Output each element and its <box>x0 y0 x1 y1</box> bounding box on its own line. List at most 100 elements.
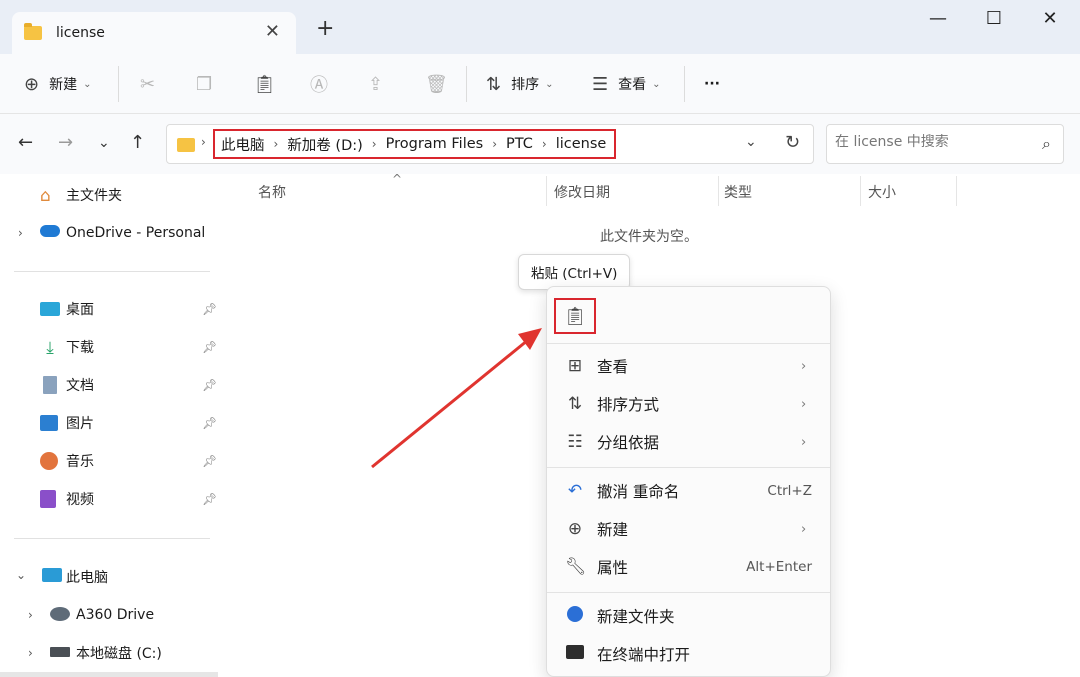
tab-license[interactable]: license ✕ <box>12 12 296 54</box>
menu-item-label: 属性 <box>597 559 629 577</box>
sidebar-item-label: 图片 <box>66 416 94 432</box>
sidebar-item-label: 此电脑 <box>66 570 108 586</box>
column-divider[interactable] <box>546 176 547 206</box>
grid-icon: ⊞ <box>567 356 583 376</box>
address-bar[interactable]: › 此电脑 › 新加卷 (D:) › Program Files › PTC ›… <box>166 124 814 164</box>
menu-item-label: 查看 <box>597 358 629 376</box>
sidebar-item-label: 本地磁盘 (C:) <box>76 646 162 662</box>
delete-button[interactable]: 🗑︎ <box>425 68 448 100</box>
sidebar-scrollbar[interactable] <box>0 672 218 677</box>
search-icon[interactable]: ⌕ <box>1042 134 1051 154</box>
download-icon: ⤓ <box>46 338 54 358</box>
column-header-name[interactable]: 名称 <box>258 182 286 202</box>
toolbar-divider <box>466 66 467 102</box>
refresh-icon[interactable]: ↻ <box>785 132 800 153</box>
sort-ascending-icon: ^ <box>392 172 403 186</box>
recent-locations-button[interactable]: ⌄ <box>98 135 110 151</box>
rename-button[interactable]: Ⓐ <box>310 68 328 100</box>
address-history-dropdown[interactable]: ⌄ <box>745 134 757 150</box>
view-button[interactable]: ☰ 查看 ⌄ <box>592 68 661 100</box>
chevron-right-icon: › <box>28 608 33 622</box>
breadcrumb-item[interactable]: PTC <box>506 136 533 152</box>
sort-icon: ⇅ <box>567 394 583 414</box>
cut-icon: ✂ <box>140 73 156 95</box>
copy-button[interactable]: ❐ <box>196 68 212 100</box>
paste-toolbar-button[interactable]: 📋︎ <box>253 68 276 100</box>
column-header-type[interactable]: 类型 <box>724 182 752 202</box>
sidebar-item-label: 文档 <box>66 378 94 394</box>
cut-button[interactable]: ✂ <box>140 68 155 100</box>
new-button[interactable]: ⊕ 新建 ⌄ <box>24 68 91 100</box>
chevron-right-icon: › <box>801 358 807 374</box>
breadcrumb-item[interactable]: license <box>556 136 607 152</box>
sidebar-item-music[interactable]: 音乐 <box>40 446 94 476</box>
menu-item-label: 排序方式 <box>597 396 660 414</box>
back-button[interactable]: ← <box>18 132 33 153</box>
search-input[interactable] <box>835 134 1025 150</box>
command-bar: ⊕ 新建 ⌄ ✂ ❐ 📋︎ Ⓐ ⇪ 🗑︎ ⇅ 排序 ⌄ ☰ 查看 ⌄ ··· <box>0 54 1080 114</box>
pin-icon[interactable]: 📌︎ <box>202 378 217 392</box>
a360-drive-icon <box>50 607 70 621</box>
sidebar-item-documents[interactable]: 文档 <box>40 370 94 400</box>
menu-item-sort[interactable]: ⇅ 排序方式 › <box>547 387 830 421</box>
drive-icon <box>50 647 70 657</box>
pin-icon[interactable]: 📌︎ <box>202 492 217 506</box>
toolbar-divider <box>684 66 685 102</box>
file-list-area[interactable]: ^ 名称 修改日期 类型 大小 此文件夹为空。 粘贴 (Ctrl+V) 📋︎ ⊞… <box>220 172 1080 677</box>
sidebar-item-label: 主文件夹 <box>66 188 122 204</box>
close-window-button[interactable]: ✕ <box>1038 8 1062 29</box>
desktop-icon <box>40 302 60 316</box>
title-bar: license ✕ + — ☐ ✕ <box>0 0 1080 54</box>
share-button[interactable]: ⇪ <box>368 68 383 100</box>
menu-item-properties[interactable]: 🔧︎ 属性 Alt+Enter <box>547 550 830 584</box>
breadcrumb-item[interactable]: Program Files <box>386 136 484 152</box>
breadcrumb-item[interactable]: 此电脑 <box>221 134 265 155</box>
view-list-icon: ☰ <box>592 73 609 95</box>
minimize-button[interactable]: — <box>926 8 950 29</box>
pin-icon[interactable]: 📌︎ <box>202 416 217 430</box>
up-button[interactable]: ↑ <box>130 132 145 153</box>
chevron-right-icon: › <box>28 646 33 660</box>
sidebar-item-downloads[interactable]: ⤓ 下载 <box>40 332 94 362</box>
menu-item-undo-rename[interactable]: ↶ 撤消 重命名 Ctrl+Z <box>547 474 830 508</box>
sidebar-item-label: 音乐 <box>66 454 94 470</box>
menu-item-open-terminal[interactable]: 在终端中打开 <box>547 637 830 671</box>
search-box: ⌕ <box>826 124 1064 164</box>
sidebar-item-desktop[interactable]: 桌面 <box>40 294 94 324</box>
chevron-right-icon: › <box>801 434 807 450</box>
more-options-button[interactable]: ··· <box>704 68 720 100</box>
sort-button[interactable]: ⇅ 排序 ⌄ <box>486 68 553 100</box>
group-list-icon: ☷ <box>567 432 583 452</box>
breadcrumb-item[interactable]: 新加卷 (D:) <box>287 134 362 155</box>
new-tab-button[interactable]: + <box>316 16 334 41</box>
menu-separator <box>547 467 830 468</box>
sidebar-item-home[interactable]: ⌂ 主文件夹 <box>40 180 122 210</box>
breadcrumb: 此电脑 › 新加卷 (D:) › Program Files › PTC › l… <box>213 129 617 159</box>
menu-item-new-folder[interactable]: 新建文件夹 <box>547 599 830 633</box>
tab-close-button[interactable]: ✕ <box>265 21 280 42</box>
menu-item-new[interactable]: ⊕ 新建 › <box>547 512 830 546</box>
column-header-modified[interactable]: 修改日期 <box>554 182 610 202</box>
pin-icon[interactable]: 📌︎ <box>202 454 217 468</box>
pin-icon[interactable]: 📌︎ <box>202 340 217 354</box>
rename-icon: Ⓐ <box>310 75 328 96</box>
context-menu: 📋︎ ⊞ 查看 › ⇅ 排序方式 › ☷ 分组依据 › ↶ 撤消 重命名 Ctr… <box>546 286 831 677</box>
empty-folder-message: 此文件夹为空。 <box>600 229 698 245</box>
column-divider[interactable] <box>718 176 719 206</box>
column-divider[interactable] <box>860 176 861 206</box>
pin-icon[interactable]: 📌︎ <box>202 302 217 316</box>
column-header-size[interactable]: 大小 <box>868 182 896 202</box>
sidebar-item-pictures[interactable]: 图片 <box>40 408 94 438</box>
maximize-button[interactable]: ☐ <box>982 8 1006 29</box>
menu-item-group[interactable]: ☷ 分组依据 › <box>547 425 830 459</box>
sidebar-item-videos[interactable]: 视频 <box>40 484 94 514</box>
forward-button[interactable]: → <box>58 132 73 153</box>
menu-item-label: 撤消 重命名 <box>597 483 680 501</box>
menu-item-view[interactable]: ⊞ 查看 › <box>547 349 830 383</box>
chevron-right-icon: › <box>801 521 807 537</box>
paste-menu-button[interactable]: 📋︎ <box>554 298 596 334</box>
chevron-down-icon: ⌄ <box>83 78 92 90</box>
picture-icon <box>40 415 58 431</box>
chevron-right-icon: › <box>541 137 547 151</box>
column-divider[interactable] <box>956 176 957 206</box>
